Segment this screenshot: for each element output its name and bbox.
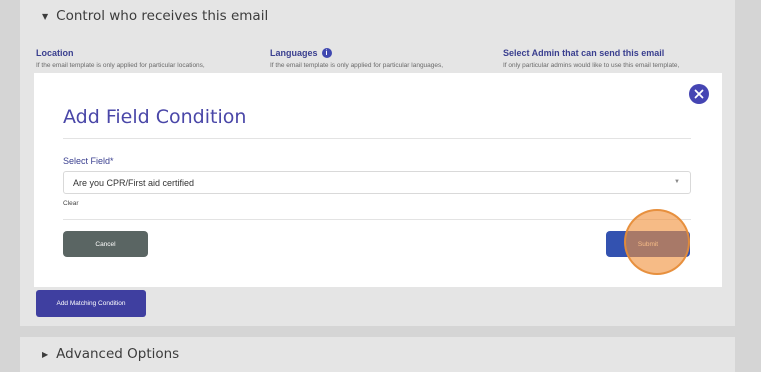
advanced-section-title: Advanced Options: [56, 346, 180, 362]
close-button[interactable]: [689, 84, 709, 104]
advanced-options-panel: ▶ Advanced Options: [20, 337, 735, 372]
languages-description: If the email template is only applied fo…: [270, 62, 444, 69]
caret-right-icon: ▶: [42, 349, 49, 359]
submit-button[interactable]: Submit: [606, 231, 690, 257]
clear-link[interactable]: Clear: [63, 200, 79, 207]
languages-title-row: Languages i: [270, 48, 510, 58]
info-icon[interactable]: i: [321, 48, 332, 58]
footer-divider: [63, 219, 691, 220]
admin-title: Select Admin that can send this email: [503, 48, 665, 58]
modal-title: Add Field Condition: [63, 106, 247, 128]
selected-field-value: Are you CPR/First aid certified: [73, 177, 195, 188]
add-matching-condition-button[interactable]: Add Matching Condition: [36, 290, 146, 317]
control-section-title: Control who receives this email: [56, 8, 269, 24]
chevron-down-icon: ▼: [674, 179, 680, 185]
select-field-label: Select Field*: [63, 156, 114, 166]
location-title: Location: [36, 48, 74, 58]
languages-column: Languages i If the email template is onl…: [270, 48, 510, 69]
add-field-condition-modal: Add Field Condition Select Field* Are yo…: [34, 73, 722, 287]
languages-title: Languages: [270, 48, 318, 58]
control-section-header[interactable]: ▼ Control who receives this email: [42, 8, 268, 24]
location-column: Location If the email template is only a…: [36, 48, 276, 69]
caret-down-icon: ▼: [42, 11, 49, 21]
admin-column: Select Admin that can send this email If…: [503, 48, 743, 69]
admin-description: If only particular admins would like to …: [503, 62, 680, 69]
title-divider: [63, 138, 691, 139]
location-description: If the email template is only applied fo…: [36, 62, 205, 69]
cancel-button[interactable]: Cancel: [63, 231, 148, 257]
advanced-section-header[interactable]: ▶ Advanced Options: [42, 346, 179, 362]
select-field-dropdown[interactable]: Are you CPR/First aid certified ▼: [63, 171, 691, 194]
close-icon: [694, 89, 704, 99]
